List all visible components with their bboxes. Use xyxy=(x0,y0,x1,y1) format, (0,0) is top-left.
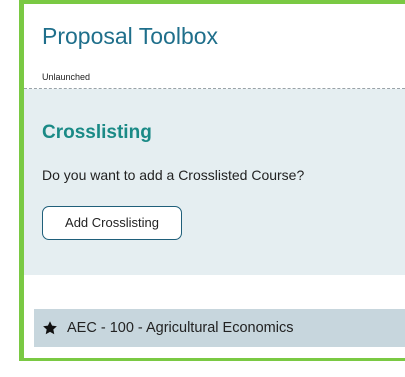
course-label: AEC - 100 - Agricultural Economics xyxy=(67,320,294,336)
add-crosslisting-button[interactable]: Add Crosslisting xyxy=(42,206,182,240)
proposal-toolbox-panel: Proposal Toolbox Unlaunched Crosslisting… xyxy=(0,0,405,377)
status-text: Unlaunched xyxy=(42,72,91,82)
accent-border-left xyxy=(19,0,24,361)
page-title: Proposal Toolbox xyxy=(42,23,219,49)
crosslisting-heading: Crosslisting xyxy=(42,122,152,143)
toolbox-header: Proposal Toolbox Unlaunched xyxy=(24,4,405,91)
crosslisting-section: Crosslisting Do you want to add a Crossl… xyxy=(24,89,405,275)
star-icon xyxy=(42,320,58,336)
list-item[interactable]: AEC - 100 - Agricultural Economics xyxy=(34,309,405,347)
crosslisting-question: Do you want to add a Crosslisted Course? xyxy=(42,167,305,183)
accent-border-bottom xyxy=(19,358,405,361)
accent-border-top xyxy=(19,0,405,4)
